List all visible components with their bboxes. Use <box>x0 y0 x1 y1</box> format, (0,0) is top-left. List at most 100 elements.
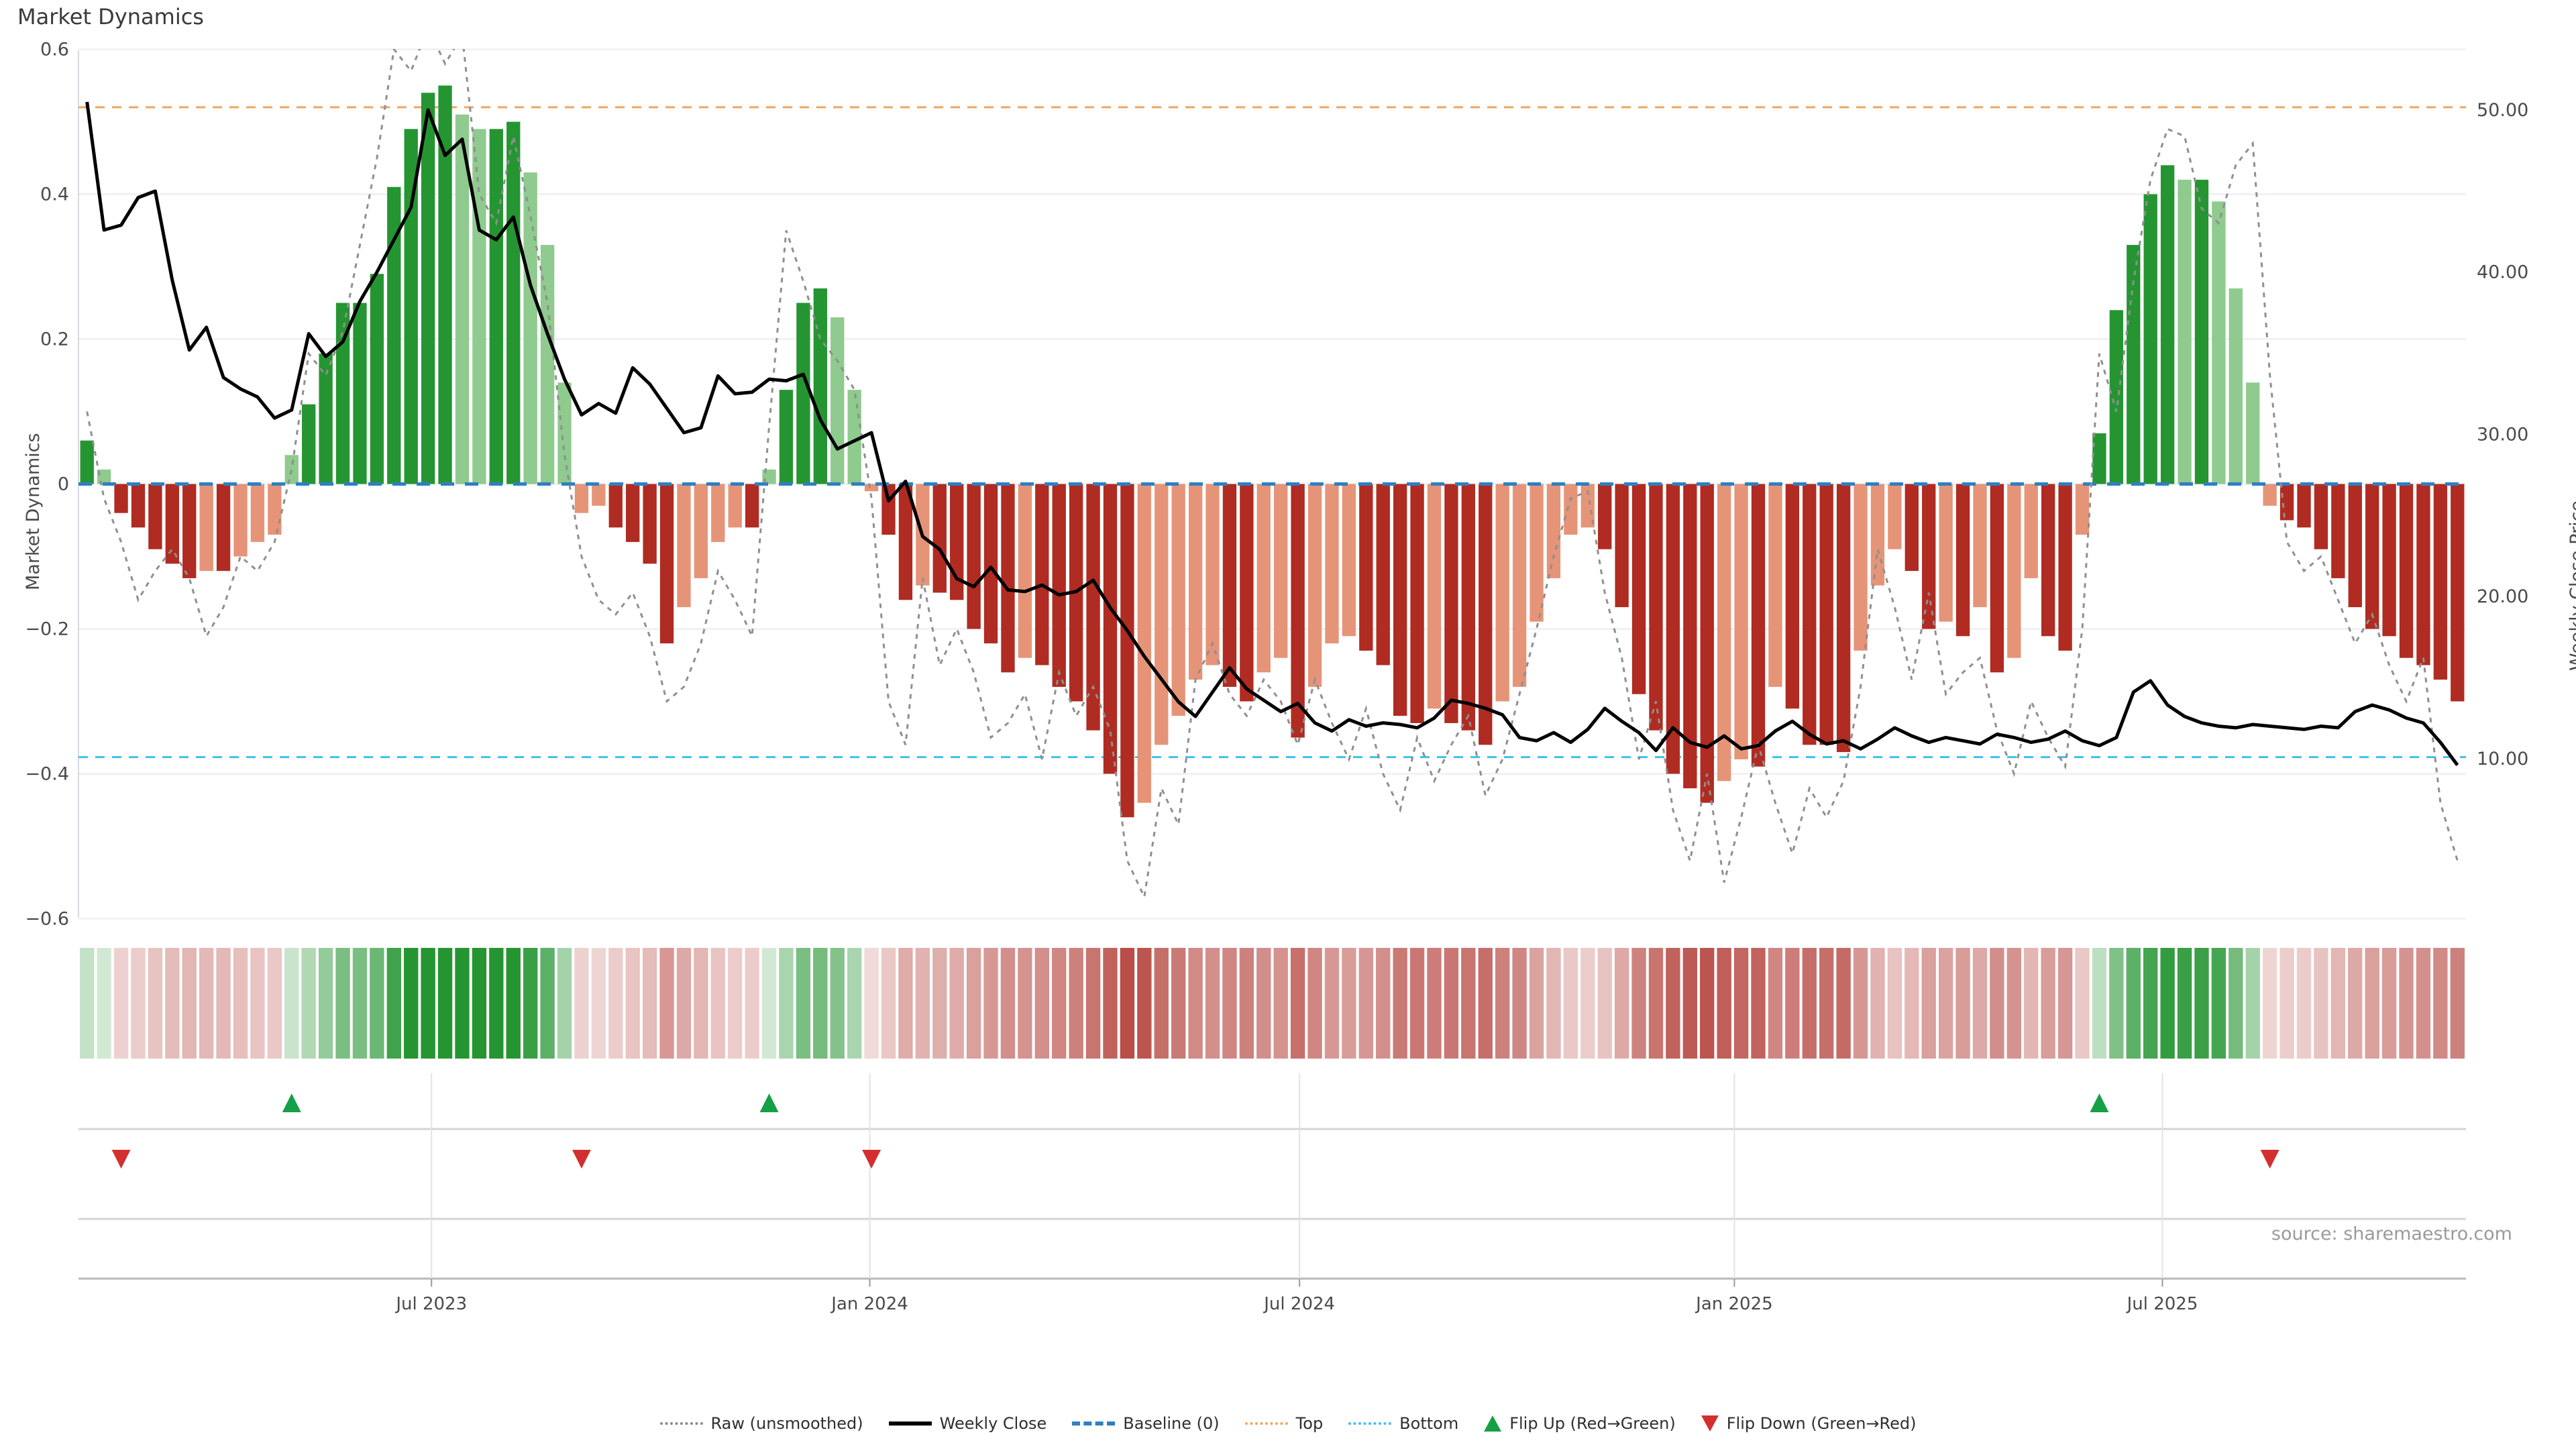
heatmap-cell[interactable] <box>796 948 810 1059</box>
dynamics-bar[interactable] <box>1529 484 1543 622</box>
dynamics-bar[interactable] <box>131 484 145 528</box>
dynamics-bar[interactable] <box>609 484 623 528</box>
heatmap-cell[interactable] <box>250 948 264 1059</box>
heatmap-cell[interactable] <box>1785 948 1799 1059</box>
heatmap-cell[interactable] <box>1427 948 1441 1059</box>
heatmap-cell[interactable] <box>1649 948 1663 1059</box>
dynamics-bar[interactable] <box>1547 484 1560 578</box>
heatmap-cell[interactable] <box>80 948 94 1059</box>
heatmap-cell[interactable] <box>1955 948 1970 1059</box>
heatmap-cell[interactable] <box>2160 948 2174 1059</box>
heatmap-cell[interactable] <box>711 948 725 1059</box>
dynamics-bar[interactable] <box>490 129 503 484</box>
dynamics-bar[interactable] <box>2025 484 2038 578</box>
dynamics-bar[interactable] <box>745 484 759 528</box>
legend-item-flip-up[interactable]: Flip Up (Red→Green) <box>1484 1414 1676 1433</box>
heatmap-cell[interactable] <box>1307 948 1322 1059</box>
heatmap-cell[interactable] <box>1922 948 1936 1059</box>
heatmap-cell[interactable] <box>1870 948 1884 1059</box>
heatmap-cell[interactable] <box>1564 948 1578 1059</box>
heatmap-cell[interactable] <box>728 948 742 1059</box>
dynamics-bar[interactable] <box>677 484 690 608</box>
heatmap-cell[interactable] <box>1512 948 1526 1059</box>
heatmap-cell[interactable] <box>967 948 981 1059</box>
dynamics-bar[interactable] <box>881 484 895 535</box>
heatmap-cell[interactable] <box>199 948 213 1059</box>
dynamics-bar[interactable] <box>711 484 724 542</box>
dynamics-bar[interactable] <box>1922 484 1935 629</box>
flip-up-marker[interactable] <box>2090 1093 2108 1112</box>
heatmap-cell[interactable] <box>1018 948 1032 1059</box>
dynamics-bar[interactable] <box>557 382 571 484</box>
heatmap-cell[interactable] <box>898 948 912 1059</box>
heatmap-cell[interactable] <box>762 948 776 1059</box>
dynamics-bar[interactable] <box>2314 484 2328 549</box>
dynamics-bar[interactable] <box>1172 484 1185 716</box>
dynamics-bar[interactable] <box>1871 484 1884 586</box>
dynamics-bar[interactable] <box>285 455 299 484</box>
heatmap-cell[interactable] <box>165 948 179 1059</box>
heatmap-cell[interactable] <box>813 948 827 1059</box>
heatmap-cell[interactable] <box>608 948 623 1059</box>
heatmap-cell[interactable] <box>2365 948 2379 1059</box>
heatmap-cell[interactable] <box>540 948 554 1059</box>
heatmap-cell[interactable] <box>421 948 435 1059</box>
flip-down-marker[interactable] <box>112 1150 131 1169</box>
heatmap-cell[interactable] <box>626 948 640 1059</box>
dynamics-bar[interactable] <box>1854 484 1867 651</box>
heatmap-cell[interactable] <box>1598 948 1612 1059</box>
dynamics-bar[interactable] <box>2178 180 2191 484</box>
heatmap-cell[interactable] <box>1700 948 1714 1059</box>
dynamics-bar[interactable] <box>2041 484 2055 637</box>
dynamics-bar[interactable] <box>1377 484 1390 665</box>
heatmap-cell[interactable] <box>916 948 930 1059</box>
heatmap-cell[interactable] <box>2092 948 2106 1059</box>
heatmap-cell[interactable] <box>830 948 845 1059</box>
heatmap-cell[interactable] <box>1939 948 1953 1059</box>
heatmap-cell[interactable] <box>1342 948 1356 1059</box>
heatmap-cell[interactable] <box>2109 948 2123 1059</box>
dynamics-bar[interactable] <box>1308 484 1322 687</box>
dynamics-bar[interactable] <box>830 317 844 484</box>
heatmap-cell[interactable] <box>1751 948 1765 1059</box>
heatmap-cell[interactable] <box>1120 948 1134 1059</box>
dynamics-bar[interactable] <box>1223 484 1236 687</box>
dynamics-bar[interactable] <box>660 484 674 644</box>
dynamics-bar[interactable] <box>729 484 742 528</box>
legend-item-top[interactable]: Top <box>1245 1414 1324 1433</box>
heatmap-cell[interactable] <box>2297 948 2311 1059</box>
heatmap-cell[interactable] <box>881 948 896 1059</box>
dynamics-bar[interactable] <box>2451 484 2464 702</box>
dynamics-bar[interactable] <box>1120 484 1134 818</box>
dynamics-bar[interactable] <box>1649 484 1662 731</box>
dynamics-bar[interactable] <box>302 405 315 484</box>
heatmap-cell[interactable] <box>1973 948 1987 1059</box>
heatmap-cell[interactable] <box>1546 948 1560 1059</box>
heatmap-cell[interactable] <box>2246 948 2260 1059</box>
dynamics-bar[interactable] <box>1410 484 1424 723</box>
legend-item-flip-down[interactable]: Flip Down (Green→Red) <box>1701 1414 1917 1433</box>
dynamics-bar[interactable] <box>506 122 520 484</box>
heatmap-cell[interactable] <box>2041 948 2055 1059</box>
dynamics-bar[interactable] <box>1325 484 1338 644</box>
dynamics-bar[interactable] <box>1598 484 1611 549</box>
heatmap-cell[interactable] <box>847 948 861 1059</box>
heatmap-cell[interactable] <box>1819 948 1833 1059</box>
dynamics-bar[interactable] <box>2195 180 2208 484</box>
heatmap-cell[interactable] <box>1155 948 1169 1059</box>
dynamics-bar[interactable] <box>814 288 827 484</box>
dynamics-bar[interactable] <box>1496 484 1509 702</box>
heatmap-cell[interactable] <box>2263 948 2277 1059</box>
dynamics-bar[interactable] <box>967 484 980 629</box>
heatmap-cell[interactable] <box>2143 948 2157 1059</box>
dynamics-bar[interactable] <box>1257 484 1271 673</box>
flip-down-marker[interactable] <box>572 1150 591 1169</box>
dynamics-bar[interactable] <box>1001 484 1014 673</box>
market-dynamics-chart[interactable]: 0.60.40.20−0.2−0.4−0.650.0040.0030.0020.… <box>0 0 2576 1409</box>
dynamics-bar[interactable] <box>2076 484 2089 535</box>
heatmap-cell[interactable] <box>1410 948 1424 1059</box>
heatmap-cell[interactable] <box>216 948 230 1059</box>
heatmap-cell[interactable] <box>1188 948 1202 1059</box>
dynamics-bar[interactable] <box>1053 484 1066 687</box>
heatmap-cell[interactable] <box>1052 948 1066 1059</box>
